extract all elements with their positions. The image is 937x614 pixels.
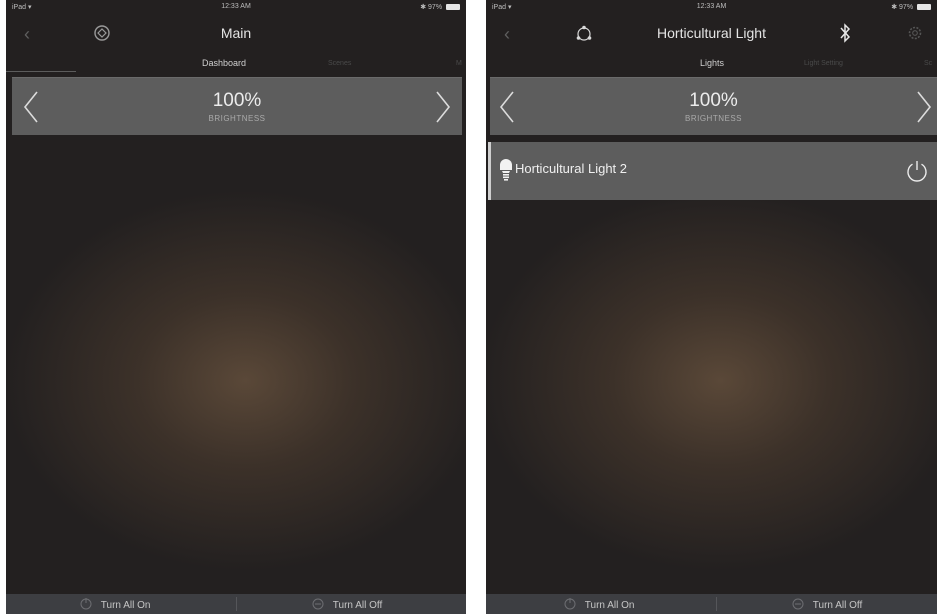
power-on-icon bbox=[564, 598, 576, 610]
tab-more[interactable]: M bbox=[456, 60, 462, 67]
brightness-value: 100% bbox=[689, 90, 738, 111]
battery-percent: 97% bbox=[428, 4, 443, 11]
toolbar-divider bbox=[236, 597, 237, 611]
brightness-label: BRIGHTNESS bbox=[684, 114, 742, 123]
status-time: 12:33 AM bbox=[221, 3, 251, 10]
bluetooth-small-icon: ✱ bbox=[420, 4, 427, 11]
group-screen: iPad ▾ 12:33 AM ✱ 97% ‹ Horticultural Li… bbox=[486, 0, 937, 614]
turn-all-off-button[interactable]: Turn All Off bbox=[312, 598, 382, 611]
page-title: Main bbox=[220, 25, 252, 41]
battery-icon bbox=[917, 4, 931, 10]
turn-all-on-label: Turn All On bbox=[584, 600, 635, 611]
tab-underline bbox=[6, 71, 76, 72]
light-name: Horticultural Light 2 bbox=[515, 161, 627, 176]
turn-all-off-label: Turn All Off bbox=[812, 600, 863, 611]
lightbulb-icon bbox=[499, 158, 513, 187]
turn-all-on-button[interactable]: Turn All On bbox=[564, 598, 634, 611]
tab-bar: Dashboard Scenes M bbox=[6, 52, 466, 72]
tab-bar: Lights Light Setting Sc bbox=[486, 52, 937, 72]
bluetooth-icon[interactable] bbox=[838, 22, 852, 49]
brightness-value: 100% bbox=[212, 90, 262, 111]
power-off-icon bbox=[792, 598, 804, 610]
status-bar: iPad ▾ 12:33 AM ✱ 97% bbox=[6, 0, 466, 14]
page-title: Horticultural Light bbox=[657, 25, 766, 41]
brightness-control[interactable]: 100% BRIGHTNESS bbox=[12, 77, 462, 135]
light-power-toggle-icon[interactable] bbox=[905, 159, 929, 188]
brightness-label: BRIGHTNESS bbox=[208, 114, 266, 123]
battery-icon bbox=[446, 4, 460, 10]
bluetooth-small-icon: ✱ bbox=[891, 4, 898, 11]
tab-scenes[interactable]: Scenes bbox=[328, 60, 351, 67]
brightness-increase-icon[interactable] bbox=[915, 90, 933, 129]
tab-lights[interactable]: Lights bbox=[700, 58, 724, 68]
power-on-icon bbox=[80, 598, 92, 610]
settings-gear-icon[interactable] bbox=[906, 24, 924, 47]
turn-all-on-label: Turn All On bbox=[100, 600, 151, 611]
status-battery: ✱ 97% bbox=[420, 3, 460, 11]
turn-all-off-button[interactable]: Turn All Off bbox=[792, 598, 862, 611]
status-battery: ✱ 97% bbox=[891, 3, 931, 11]
light-list-item[interactable]: Horticultural Light 2 bbox=[488, 142, 937, 200]
main-screen: iPad ▾ 12:33 AM ✱ 97% ‹ Main Dashboard S… bbox=[6, 0, 466, 614]
status-time: 12:33 AM bbox=[696, 3, 727, 10]
battery-percent: 97% bbox=[899, 4, 914, 11]
toolbar-divider bbox=[716, 597, 717, 611]
status-bar: iPad ▾ 12:33 AM ✱ 97% bbox=[486, 0, 937, 14]
brightness-increase-icon[interactable] bbox=[434, 90, 452, 129]
brightness-control[interactable]: 100% BRIGHTNESS bbox=[490, 77, 937, 135]
tab-scenes[interactable]: Sc bbox=[924, 60, 932, 67]
tab-light-setting[interactable]: Light Setting bbox=[804, 60, 843, 67]
power-off-icon bbox=[312, 598, 324, 610]
turn-all-off-label: Turn All Off bbox=[332, 600, 383, 611]
bottom-toolbar: Turn All On Turn All Off bbox=[486, 594, 937, 614]
bottom-toolbar: Turn All On Turn All Off bbox=[6, 594, 466, 614]
turn-all-on-button[interactable]: Turn All On bbox=[80, 598, 150, 611]
tab-dashboard[interactable]: Dashboard bbox=[202, 58, 246, 68]
